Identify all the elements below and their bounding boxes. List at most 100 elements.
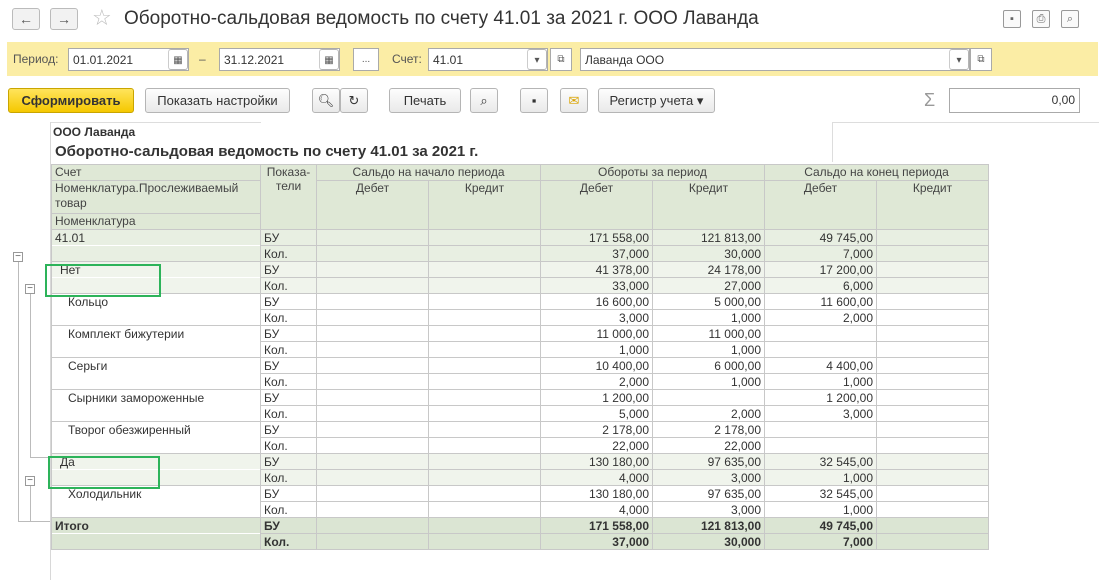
table-row: Кольцо БУ 16 600,00 5 000,00 11 600,00: [51, 293, 989, 310]
collapse-icon[interactable]: −: [13, 252, 23, 262]
mail-icon[interactable]: ✉: [560, 88, 588, 113]
save-icon[interactable]: ▪: [520, 88, 548, 113]
search-next-icon[interactable]: ↻: [340, 88, 368, 113]
row-name[interactable]: Итого: [51, 517, 261, 534]
account-field[interactable]: 41.01 ▾: [428, 48, 548, 71]
row-name[interactable]: [51, 341, 261, 358]
row-name[interactable]: [51, 533, 261, 550]
print-button[interactable]: Печать: [389, 88, 461, 113]
value-cell: [428, 293, 541, 310]
value-cell: 11 000,00: [652, 325, 765, 342]
tree-line: [18, 258, 19, 522]
value-cell: [316, 341, 429, 358]
tree-line: [30, 457, 50, 458]
value-cell: 4,000: [540, 469, 653, 486]
report-area: ООО Лаванда Оборотно-сальдовая ведомость…: [7, 122, 1099, 580]
row-name[interactable]: Сырники замороженные: [51, 389, 261, 406]
value-cell: 1,000: [764, 501, 877, 518]
indicator-cell: Кол.: [260, 405, 317, 422]
account-value: 41.01: [433, 53, 464, 67]
value-cell: 7,000: [764, 533, 877, 550]
save-icon[interactable]: ▪: [1003, 10, 1021, 28]
row-name[interactable]: [51, 437, 261, 454]
value-cell: 41 378,00: [540, 261, 653, 278]
indicator-cell: Кол.: [260, 533, 317, 550]
value-cell: 1,000: [652, 341, 765, 358]
header-debit: Дебет: [316, 180, 429, 230]
value-cell: 2,000: [764, 309, 877, 326]
row-name[interactable]: Творог обезжиренный: [51, 421, 261, 438]
collapse-icon[interactable]: −: [25, 284, 35, 294]
organization-field[interactable]: Лаванда ООО ▾: [580, 48, 970, 71]
value-cell: 30,000: [652, 533, 765, 550]
date-to-field[interactable]: 31.12.2021 ▦: [219, 48, 340, 71]
value-cell: [876, 261, 989, 278]
period-dash: –: [199, 52, 206, 66]
value-cell: 11 000,00: [540, 325, 653, 342]
value-cell: 11 600,00: [764, 293, 877, 310]
collapse-icon[interactable]: −: [25, 476, 35, 486]
value-cell: [316, 325, 429, 342]
row-name[interactable]: [51, 405, 261, 422]
value-cell: 6,000: [764, 277, 877, 294]
preview-icon[interactable]: ⌕: [470, 88, 498, 113]
row-name[interactable]: Комплект бижутерии: [51, 325, 261, 342]
value-cell: 17 200,00: [764, 261, 877, 278]
row-name[interactable]: [51, 309, 261, 326]
value-cell: 16 600,00: [540, 293, 653, 310]
forward-arrow-icon[interactable]: →: [50, 8, 78, 30]
value-cell: 1 200,00: [540, 389, 653, 406]
value-cell: [316, 453, 429, 470]
value-cell: [316, 469, 429, 486]
value-cell: [316, 389, 429, 406]
search-icon[interactable]: 🔍︎: [312, 88, 340, 113]
value-cell: [316, 277, 429, 294]
value-cell: [876, 277, 989, 294]
chevron-down-icon[interactable]: ▾: [949, 49, 969, 70]
show-settings-button[interactable]: Показать настройки: [145, 88, 290, 113]
value-cell: [876, 501, 989, 518]
favorite-star-icon[interactable]: ☆: [92, 5, 112, 31]
table-row: Итого БУ 171 558,00 121 813,00 49 745,00: [51, 517, 989, 534]
register-dropdown[interactable]: Регистр учета ▾: [598, 88, 715, 113]
preview-icon[interactable]: ⌕: [1061, 10, 1079, 28]
value-cell: 1,000: [540, 341, 653, 358]
date-from-field[interactable]: 01.01.2021 ▦: [68, 48, 189, 71]
row-name[interactable]: [51, 245, 261, 262]
row-name[interactable]: 41.01: [51, 229, 261, 246]
tree-gutter: [7, 122, 51, 580]
tree-line: [30, 290, 31, 458]
value-cell: 49 745,00: [764, 229, 877, 246]
back-arrow-icon[interactable]: ←: [12, 8, 40, 30]
row-name[interactable]: [51, 501, 261, 518]
print-icon[interactable]: ⎙: [1032, 10, 1050, 28]
calendar-icon[interactable]: ▦: [319, 49, 339, 70]
header-indicators: Показа-тели: [260, 164, 317, 230]
open-icon[interactable]: ⧉: [550, 48, 572, 71]
value-cell: 5 000,00: [652, 293, 765, 310]
indicator-cell: БУ: [260, 293, 317, 310]
calendar-icon[interactable]: ▦: [168, 49, 188, 70]
chevron-down-icon[interactable]: ▾: [527, 49, 547, 70]
indicator-cell: Кол.: [260, 469, 317, 486]
value-cell: [316, 357, 429, 374]
table-row: Кол. 33,000 27,000 6,000: [51, 277, 989, 294]
report-body: 41.01 БУ 171 558,00 121 813,00 49 745,00 Кол.…: [51, 229, 989, 550]
value-cell: [428, 469, 541, 486]
generate-button[interactable]: Сформировать: [8, 88, 134, 113]
table-row: Комплект бижутерии БУ 11 000,00 11 000,00: [51, 325, 989, 342]
value-cell: [316, 533, 429, 550]
value-cell: 27,000: [652, 277, 765, 294]
value-cell: 4,000: [540, 501, 653, 518]
period-select-button[interactable]: ...: [353, 48, 379, 71]
open-icon[interactable]: ⧉: [970, 48, 992, 71]
row-name[interactable]: [51, 373, 261, 390]
row-name[interactable]: Серьги: [51, 357, 261, 374]
register-label: Регистр учета: [609, 93, 694, 108]
indicator-cell: Кол.: [260, 245, 317, 262]
value-cell: [876, 293, 989, 310]
value-cell: [764, 437, 877, 454]
tree-line: [30, 482, 31, 522]
value-cell: 32 545,00: [764, 485, 877, 502]
header-nomen: Номенклатура: [51, 213, 261, 230]
